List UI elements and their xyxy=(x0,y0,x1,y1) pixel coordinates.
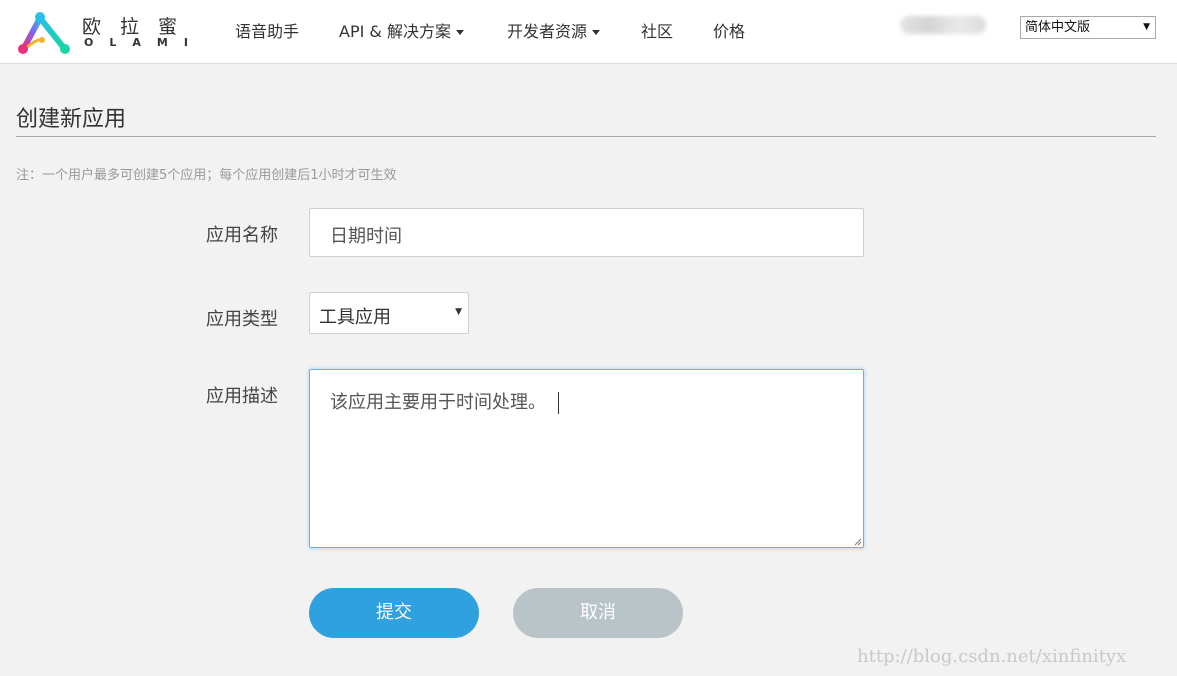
language-select-value: 简体中文版 xyxy=(1025,20,1091,35)
app-type-value: 工具应用 xyxy=(319,307,391,328)
logo-text-cn: 欧拉蜜 xyxy=(82,16,197,38)
dropdown-arrow-icon: ▼ xyxy=(455,307,462,317)
app-type-label: 应用类型 xyxy=(206,309,278,330)
limit-note: 注：一个用户最多可创建5个应用；每个应用创建后1小时才可生效 xyxy=(16,168,397,183)
text-cursor xyxy=(558,392,559,414)
olami-logo[interactable]: 欧拉蜜 OLAMI xyxy=(16,8,196,56)
title-divider xyxy=(16,136,1156,137)
top-header: 欧拉蜜 OLAMI 语音助手 API & 解决方案 开发者资源 社区 价格 简体… xyxy=(0,0,1177,64)
nav-pricing[interactable]: 价格 xyxy=(713,18,745,42)
nav-pricing-label: 价格 xyxy=(713,22,746,41)
app-desc-textarea[interactable]: 该应用主要用于时间处理。 xyxy=(309,369,864,548)
app-name-value: 日期时间 xyxy=(330,226,402,247)
nav-api-solutions-label: API & 解决方案 xyxy=(339,22,451,41)
nav-developer-resources-label: 开发者资源 xyxy=(507,22,588,41)
app-name-label: 应用名称 xyxy=(206,225,278,246)
app-desc-value: 该应用主要用于时间处理。 xyxy=(330,392,546,413)
submit-button[interactable]: 提交 xyxy=(309,588,479,638)
caret-down-icon xyxy=(592,30,601,35)
user-account-blurred[interactable] xyxy=(900,16,986,34)
logo-mark-icon xyxy=(18,12,70,54)
caret-down-icon xyxy=(455,30,464,35)
watermark: http://blog.csdn.net/xinfinityx xyxy=(857,646,1127,667)
nav-community-label: 社区 xyxy=(641,22,674,41)
app-name-input[interactable]: 日期时间 xyxy=(309,208,864,257)
page-title: 创建新应用 xyxy=(16,107,127,132)
nav-api-solutions[interactable]: API & 解决方案 xyxy=(339,18,464,42)
nav-voice-assistant[interactable]: 语音助手 xyxy=(235,18,299,42)
cancel-button[interactable]: 取消 xyxy=(513,588,683,638)
logo-text-en: OLAMI xyxy=(84,36,204,49)
dropdown-arrow-icon: ▼ xyxy=(1143,22,1150,32)
app-desc-label: 应用描述 xyxy=(206,386,278,407)
nav-developer-resources[interactable]: 开发者资源 xyxy=(507,18,601,42)
resize-grip-icon[interactable] xyxy=(852,536,862,546)
nav-community[interactable]: 社区 xyxy=(641,18,673,42)
app-type-select[interactable]: 工具应用 ▼ xyxy=(309,292,469,334)
language-select[interactable]: 简体中文版 ▼ xyxy=(1020,16,1156,39)
nav-voice-assistant-label: 语音助手 xyxy=(235,22,300,41)
